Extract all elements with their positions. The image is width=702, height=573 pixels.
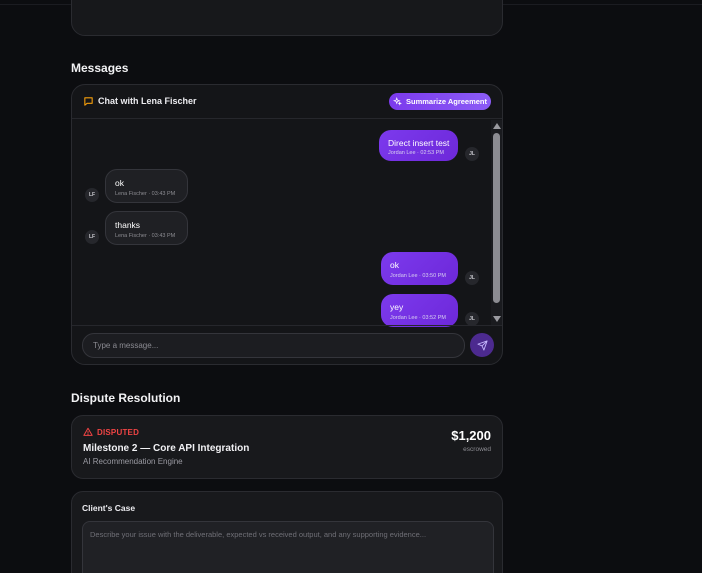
messages-heading: Messages (71, 61, 129, 75)
status-label: DISPUTED (97, 427, 140, 437)
summarize-agreement-button[interactable]: Summarize Agreement (389, 93, 491, 110)
milestone-title: Milestone 2 — Core API Integration (83, 443, 250, 454)
avatar: LF (85, 230, 99, 244)
message-bubble-incoming: thanks Lena Fischer · 03:43 PM (105, 211, 188, 245)
message-meta: Jordan Lee · 03:50 PM (390, 273, 446, 279)
scroll-down-arrow-icon[interactable] (493, 316, 501, 322)
message-text: ok (390, 260, 399, 270)
dispute-heading: Dispute Resolution (71, 391, 181, 405)
chat-panel: Chat with Lena Fischer Summarize Agreeme… (71, 84, 503, 365)
client-case-textarea[interactable] (82, 521, 494, 573)
scrollbar-thumb[interactable] (493, 133, 500, 303)
message-bubble-outgoing: ok Jordan Lee · 03:50 PM (381, 252, 458, 285)
message-text: ok (115, 178, 124, 188)
escrow-amount: $1,200 (451, 428, 491, 443)
chat-title: Chat with Lena Fischer (98, 96, 197, 106)
message-meta: Jordan Lee · 02:53 PM (388, 150, 444, 156)
message-meta: Jordan Lee · 03:52 PM (390, 315, 446, 321)
avatar: JL (465, 312, 479, 326)
message-text: thanks (115, 220, 141, 230)
message-list[interactable]: Direct insert test Jordan Lee · 02:53 PM… (72, 120, 502, 327)
message-scrollbar[interactable] (491, 120, 502, 325)
avatar: JL (465, 271, 479, 285)
message-meta: Lena Fischer · 03:43 PM (115, 191, 176, 197)
message-meta: Lena Fischer · 03:43 PM (115, 233, 176, 239)
sparkles-icon (393, 97, 402, 106)
chat-header: Chat with Lena Fischer Summarize Agreeme… (72, 85, 502, 119)
message-text: yey (390, 302, 404, 312)
escrow-status: escrowed (463, 446, 491, 453)
avatar: LF (85, 188, 99, 202)
message-bubble-outgoing: Direct insert test Jordan Lee · 02:53 PM (379, 130, 458, 161)
message-composer (72, 325, 502, 364)
send-icon (476, 339, 488, 351)
chat-bubble-icon (84, 97, 93, 106)
dispute-card: DISPUTED Milestone 2 — Core API Integrat… (71, 415, 503, 479)
project-name: AI Recommendation Engine (83, 457, 183, 466)
client-case-title: Client's Case (82, 503, 136, 513)
scroll-up-arrow-icon[interactable] (493, 123, 501, 129)
message-bubble-outgoing: yey Jordan Lee · 03:52 PM (381, 294, 458, 327)
warning-triangle-icon (83, 427, 93, 436)
message-input[interactable] (82, 333, 465, 358)
status-badge: DISPUTED (83, 427, 139, 437)
previous-section-card (71, 0, 503, 36)
send-button[interactable] (470, 333, 494, 357)
client-case-card: Client's Case (71, 491, 503, 573)
message-text: Direct insert test (388, 138, 450, 148)
message-bubble-incoming: ok Lena Fischer · 03:43 PM (105, 169, 188, 203)
avatar: JL (465, 147, 479, 161)
summarize-label: Summarize Agreement (406, 97, 487, 106)
